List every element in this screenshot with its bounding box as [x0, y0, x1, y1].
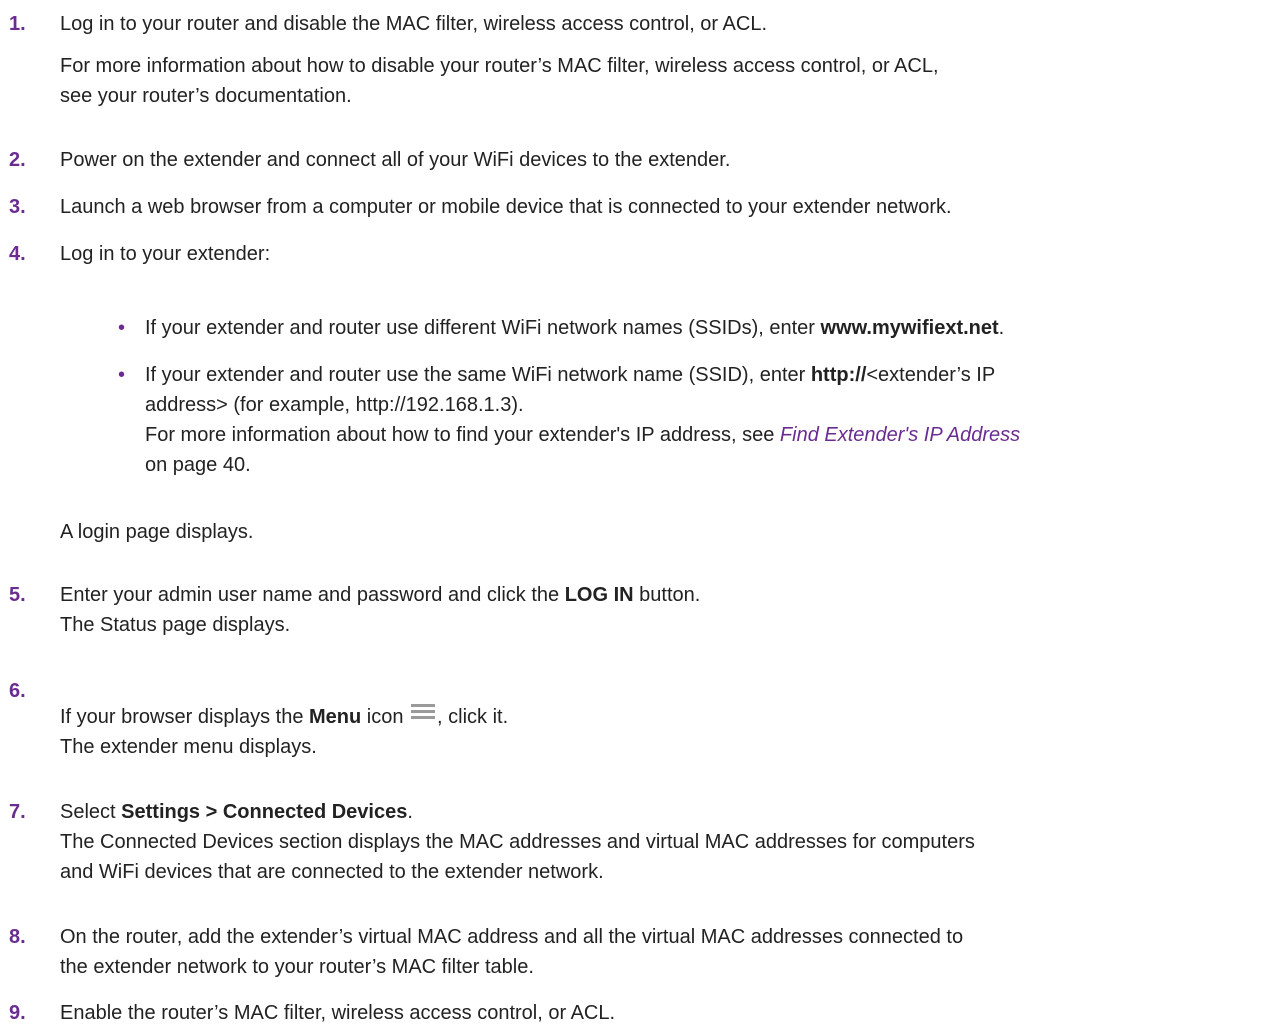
step-text: Select Settings > Connected Devices.	[60, 801, 413, 823]
step-number: 5.	[9, 584, 26, 606]
step-result: The extender menu displays.	[60, 736, 317, 758]
login-note-text: A login page displays.	[60, 521, 254, 543]
step-number: 1.	[9, 13, 26, 35]
bullet-text: on page 40.	[145, 454, 251, 476]
step-text: Log in to your extender:	[60, 243, 271, 265]
step-number: 7.	[9, 801, 26, 823]
bullet-text: If your extender and router use differen…	[145, 317, 1005, 339]
step-text: Enter your admin user name and password …	[60, 584, 701, 606]
document-page: 1. Log in to your router and disable the…	[0, 0, 1264, 1032]
step-number: 9.	[9, 1002, 26, 1024]
step-number: 4.	[9, 243, 26, 265]
step-text: If your browser displays the Menu icon ,…	[60, 704, 509, 728]
step-text: Enable the router’s MAC filter, wireless…	[60, 1002, 616, 1024]
bullet-text: If your extender and router use the same…	[145, 364, 996, 386]
step-result: The Status page displays.	[60, 614, 291, 636]
step-note: For more information about how to disabl…	[60, 55, 939, 77]
bullet-text: address> (for example, http://192.168.1.…	[145, 394, 524, 416]
bullet-icon: •	[118, 317, 126, 339]
step-text: On the router, add the extender’s virtua…	[60, 926, 964, 948]
step-text: Launch a web browser from a computer or …	[60, 196, 952, 218]
step-number: 8.	[9, 926, 26, 948]
step-text: Power on the extender and connect all of…	[60, 149, 731, 171]
step-result: and WiFi devices that are connected to t…	[60, 861, 604, 883]
bullet-icon: •	[118, 364, 126, 386]
step-text: the extender network to your router’s MA…	[60, 956, 534, 978]
step-number: 6.	[9, 680, 26, 702]
step-number: 3.	[9, 196, 26, 218]
url-text: www.mywifiext.net	[820, 317, 999, 339]
ip-address-link[interactable]: Find Extender's IP Address	[780, 424, 1020, 446]
step-text: Log in to your router and disable the MA…	[60, 13, 768, 35]
step-number: 2.	[9, 149, 26, 171]
step-note: see your router’s documentation.	[60, 85, 352, 107]
bullet-text: For more information about how to find y…	[145, 424, 1021, 446]
step-result: The Connected Devices section displays t…	[60, 831, 975, 853]
hamburger-menu-icon	[411, 704, 436, 719]
